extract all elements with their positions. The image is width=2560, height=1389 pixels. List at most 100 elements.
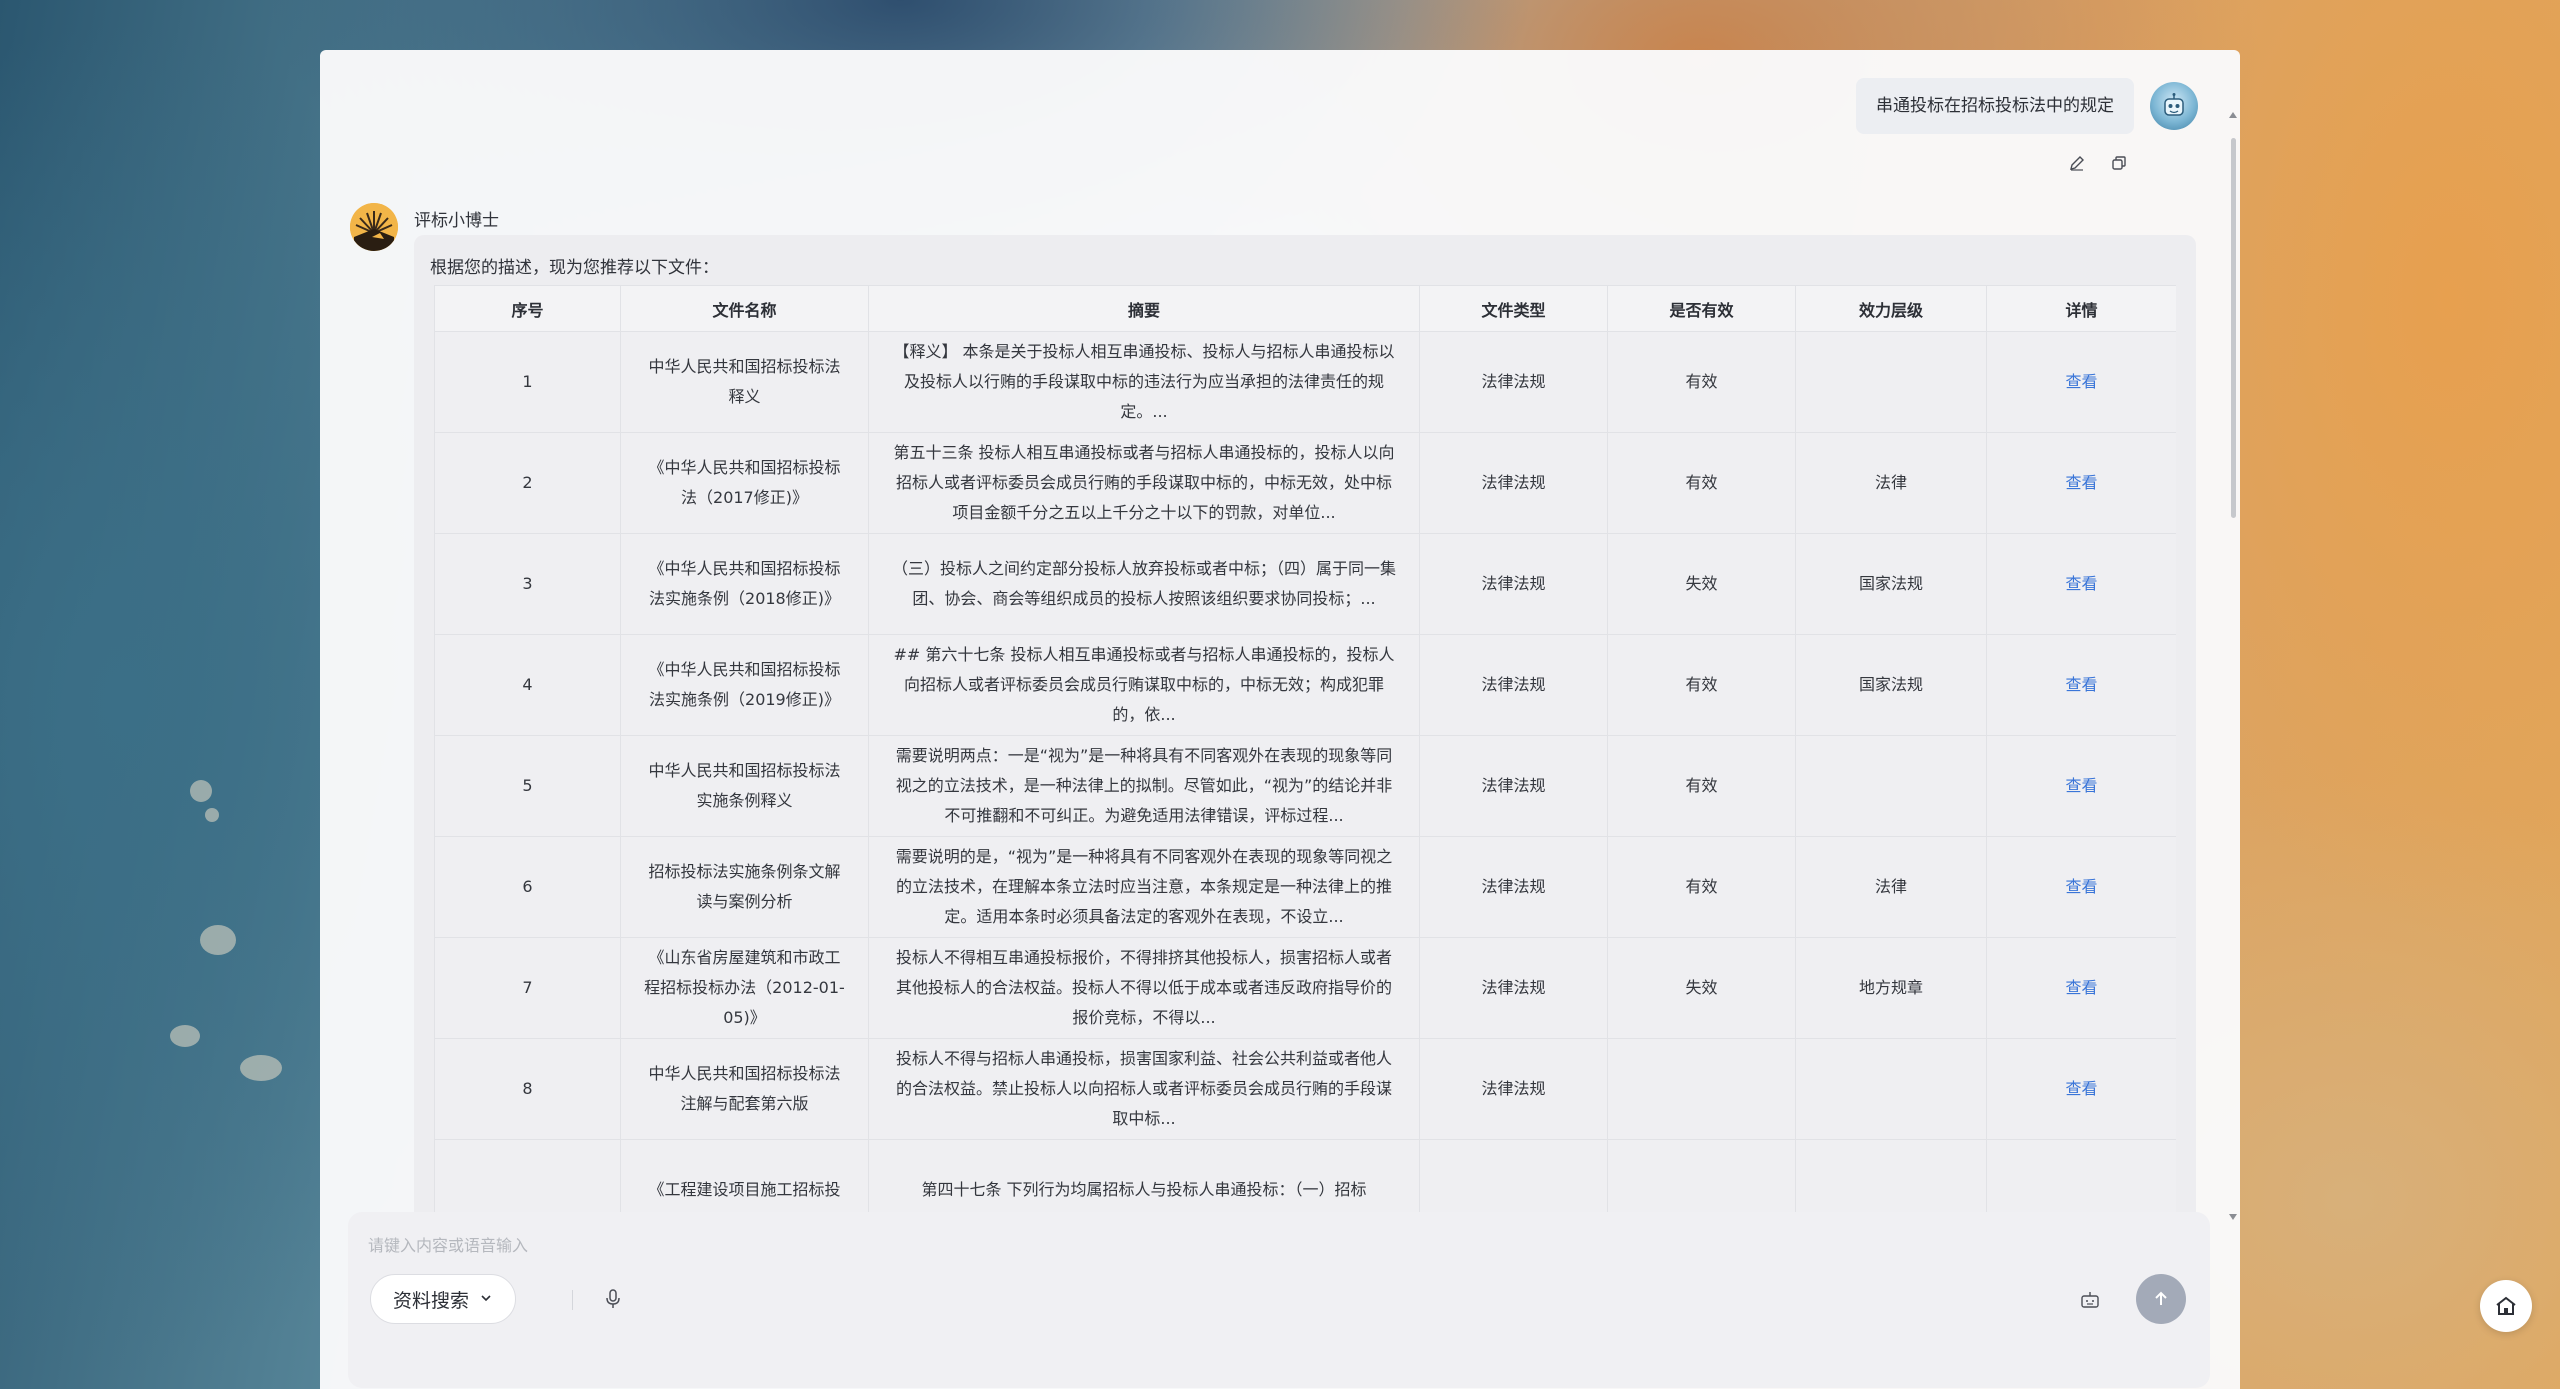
scrollbar[interactable] xyxy=(2224,80,2240,1240)
cell-valid xyxy=(1607,1038,1796,1140)
view-link[interactable]: 查看 xyxy=(2065,776,2097,795)
chat-input[interactable] xyxy=(368,1230,2168,1260)
results-table-container: 序号 文件名称 摘要 文件类型 是否有效 效力层级 详情 1 中华人民共和国招标… xyxy=(434,285,2176,1245)
table-row: 4 《中华人民共和国招标投标法实施条例（2019修正)》 ## 第六十七条 投标… xyxy=(434,634,2176,736)
home-button[interactable] xyxy=(2480,1280,2532,1332)
background-decoration xyxy=(190,780,212,802)
cell-level xyxy=(1795,735,1987,837)
cell-detail: 查看 xyxy=(1986,937,2176,1039)
view-link[interactable]: 查看 xyxy=(2065,1079,2097,1098)
cell-index: 1 xyxy=(434,331,621,433)
cell-name: 《中华人民共和国招标投标法实施条例（2019修正)》 xyxy=(620,634,869,736)
cell-name: 中华人民共和国招标投标法释义 xyxy=(620,331,869,433)
cell-detail: 查看 xyxy=(1986,331,2176,433)
column-header: 详情 xyxy=(1986,285,2176,332)
cell-valid: 有效 xyxy=(1607,836,1796,938)
cell-valid: 失效 xyxy=(1607,533,1796,635)
message-actions xyxy=(2068,154,2128,172)
view-link[interactable]: 查看 xyxy=(2065,372,2097,391)
robot-avatar-icon xyxy=(2164,93,2184,116)
chat-panel: 串通投标在招标投标法中的规定 评标小博士 根据您的描述，现为您推荐以下文件： 序… xyxy=(320,50,2240,1389)
cell-summary-text: 第五十三条 投标人相互串通投标或者与招标人串通投标的，投标人以向招标人或者评标委… xyxy=(893,443,1395,522)
table-row: 2 《中华人民共和国招标投标法（2017修正)》 第五十三条 投标人相互串通投标… xyxy=(434,432,2176,534)
cell-type: 法律法规 xyxy=(1419,1038,1608,1140)
cell-valid: 有效 xyxy=(1607,634,1796,736)
cell-name: 《中华人民共和国招标投标法实施条例（2018修正)》 xyxy=(620,533,869,635)
cell-type: 法律法规 xyxy=(1419,533,1608,635)
cell-summary: 需要说明两点：一是“视为”是一种将具有不同客观外在表现的现象等同视之的立法技术，… xyxy=(868,735,1420,837)
cell-detail: 查看 xyxy=(1986,735,2176,837)
cell-summary: 第五十三条 投标人相互串通投标或者与招标人串通投标的，投标人以向招标人或者评标委… xyxy=(868,432,1420,534)
view-link[interactable]: 查看 xyxy=(2065,574,2097,593)
background-decoration xyxy=(240,1055,282,1081)
cell-level xyxy=(1795,1038,1987,1140)
cell-summary-text: 【释义】 本条是关于投标人相互串通投标、投标人与招标人串通投标以及投标人以行贿的… xyxy=(893,342,1395,421)
view-link[interactable]: 查看 xyxy=(2065,473,2097,492)
cell-index: 4 xyxy=(434,634,621,736)
cell-summary-text: 第四十七条 下列行为均属招标人与投标人串通投标：（一）招标 xyxy=(921,1180,1367,1199)
cell-name-text: 中华人民共和国招标投标法释义 xyxy=(648,357,841,406)
table-row: 3 《中华人民共和国招标投标法实施条例（2018修正)》 （三）投标人之间约定部… xyxy=(434,533,2176,635)
table-row: 5 中华人民共和国招标投标法实施条例释义 需要说明两点：一是“视为”是一种将具有… xyxy=(434,735,2176,837)
cell-name-text: 《中华人民共和国招标投标法（2017修正)》 xyxy=(648,458,841,507)
table-row: 6 招标投标法实施条例条文解读与案例分析 需要说明的是，“视为”是一种将具有不同… xyxy=(434,836,2176,938)
cell-index: 8 xyxy=(434,1038,621,1140)
cell-summary-text: （三）投标人之间约定部分投标人放弃投标或者中标；（四）属于同一集团、协会、商会等… xyxy=(891,559,1396,608)
view-link[interactable]: 查看 xyxy=(2065,978,2097,997)
toolbar-divider xyxy=(572,1290,573,1310)
view-link[interactable]: 查看 xyxy=(2065,877,2097,896)
background-decoration xyxy=(205,808,219,822)
cell-summary-text: 需要说明两点：一是“视为”是一种将具有不同客观外在表现的现象等同视之的立法技术，… xyxy=(895,746,1393,825)
column-header: 序号 xyxy=(434,285,621,332)
cell-summary: 需要说明的是，“视为”是一种将具有不同客观外在表现的现象等同视之的立法技术，在理… xyxy=(868,836,1420,938)
cell-name-text: 招标投标法实施条例条文解读与案例分析 xyxy=(648,862,841,911)
bot-avatar xyxy=(350,203,398,251)
cell-summary: ## 第六十七条 投标人相互串通投标或者与招标人串通投标的，投标人向招标人或者评… xyxy=(868,634,1420,736)
edit-icon[interactable] xyxy=(2068,154,2086,172)
cell-level: 国家法规 xyxy=(1795,634,1987,736)
sunrise-logo-icon xyxy=(350,203,398,251)
cell-name-text: 中华人民共和国招标投标法注解与配套第六版 xyxy=(648,1064,841,1113)
cell-level: 法律 xyxy=(1795,432,1987,534)
background-decoration xyxy=(170,1025,200,1047)
cell-index: 5 xyxy=(434,735,621,837)
scroll-down-arrow[interactable] xyxy=(2229,1214,2237,1220)
cell-summary-text: 需要说明的是，“视为”是一种将具有不同客观外在表现的现象等同视之的立法技术，在理… xyxy=(895,847,1393,926)
cell-name: 《中华人民共和国招标投标法（2017修正)》 xyxy=(620,432,869,534)
search-mode-label: 资料搜索 xyxy=(393,1289,470,1312)
results-table: 序号 文件名称 摘要 文件类型 是否有效 效力层级 详情 1 中华人民共和国招标… xyxy=(434,285,2176,1241)
cell-summary: 【释义】 本条是关于投标人相互串通投标、投标人与招标人串通投标以及投标人以行贿的… xyxy=(868,331,1420,433)
cell-name-text: 《山东省房屋建筑和市政工程招标投标办法（2012-01-05)》 xyxy=(644,948,845,1027)
user-avatar xyxy=(2150,82,2198,130)
cell-detail: 查看 xyxy=(1986,1038,2176,1140)
cell-type: 法律法规 xyxy=(1419,634,1608,736)
cell-index: 2 xyxy=(434,432,621,534)
search-mode-select[interactable]: 资料搜索 xyxy=(370,1274,517,1324)
column-header: 文件名称 xyxy=(620,285,869,332)
cell-index: 7 xyxy=(434,937,621,1039)
cell-index: 6 xyxy=(434,836,621,938)
cell-summary: （三）投标人之间约定部分投标人放弃投标或者中标；（四）属于同一集团、协会、商会等… xyxy=(868,533,1420,635)
send-button[interactable] xyxy=(2136,1274,2186,1324)
copy-icon[interactable] xyxy=(2110,154,2128,172)
cell-detail: 查看 xyxy=(1986,836,2176,938)
chat-input-area: 资料搜索 xyxy=(348,1212,2210,1388)
cell-level: 地方规章 xyxy=(1795,937,1987,1039)
cell-summary: 投标人不得相互串通投标报价，不得排挤其他投标人，损害招标人或者其他投标人的合法权… xyxy=(868,937,1420,1039)
cell-summary-text: 投标人不得相互串通投标报价，不得排挤其他投标人，损害招标人或者其他投标人的合法权… xyxy=(895,948,1392,1027)
scroll-thumb[interactable] xyxy=(2231,138,2236,518)
cell-level: 法律 xyxy=(1795,836,1987,938)
column-header: 摘要 xyxy=(868,285,1420,332)
chevron-down-icon xyxy=(479,1288,493,1310)
cell-type: 法律法规 xyxy=(1419,836,1608,938)
cell-type: 法律法规 xyxy=(1419,432,1608,534)
cell-name-text: 《中华人民共和国招标投标法实施条例（2018修正)》 xyxy=(648,559,841,608)
keyboard-icon[interactable] xyxy=(2078,1288,2102,1312)
microphone-icon[interactable] xyxy=(600,1286,626,1312)
user-message-bubble: 串通投标在招标投标法中的规定 xyxy=(1856,78,2134,134)
column-header: 效力层级 xyxy=(1795,285,1987,332)
cell-valid: 有效 xyxy=(1607,432,1796,534)
scroll-up-arrow[interactable] xyxy=(2229,112,2237,118)
home-icon xyxy=(2496,1296,2516,1315)
view-link[interactable]: 查看 xyxy=(2065,675,2097,694)
